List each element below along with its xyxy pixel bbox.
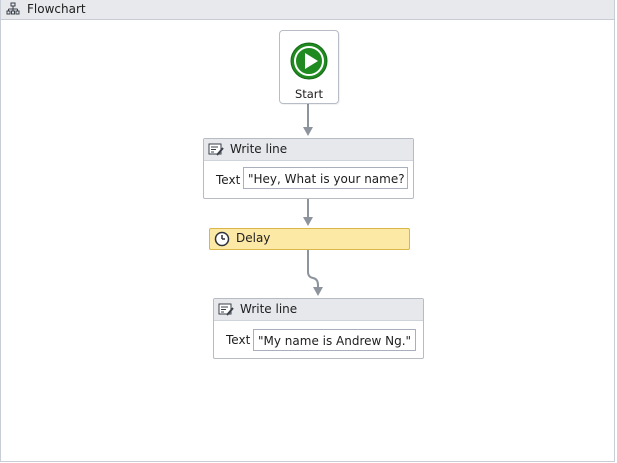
start-label: Start [294, 87, 324, 101]
text-field-input[interactable]: "My name is Andrew Ng." [253, 329, 416, 351]
delay-label: Delay [236, 231, 271, 245]
write-line-activity-2[interactable]: Write line Text "My name is Andrew Ng." [213, 298, 424, 359]
designer-title-bar: Flowchart [1, 0, 614, 20]
write-line-icon [218, 303, 234, 316]
clock-icon [214, 231, 230, 247]
flowchart-icon [6, 2, 20, 15]
write-line-icon [208, 143, 224, 156]
activity-title: Write line [240, 302, 298, 316]
flowchart-designer-canvas[interactable]: Flowchart Start Write line Text "Hey, Wh… [0, 0, 615, 462]
connector-write-line-1-to-delay[interactable] [303, 198, 313, 226]
write-line-activity-1[interactable]: Write line Text "Hey, What is your name?… [203, 138, 414, 199]
connector-delay-to-write-line-2[interactable] [307, 249, 323, 296]
designer-title: Flowchart [27, 2, 86, 16]
text-field-input[interactable]: "Hey, What is your name? " [243, 167, 408, 189]
text-field-label: Text [216, 173, 241, 187]
delay-activity[interactable]: Delay [209, 228, 410, 250]
activity-header: Write line [214, 299, 423, 321]
text-field-label: Text [226, 333, 251, 347]
connector-start-to-write-line-1[interactable] [303, 103, 313, 136]
activity-header: Write line [204, 139, 413, 161]
activity-title: Write line [230, 142, 288, 156]
play-icon [290, 42, 328, 80]
start-node[interactable]: Start [279, 30, 339, 104]
